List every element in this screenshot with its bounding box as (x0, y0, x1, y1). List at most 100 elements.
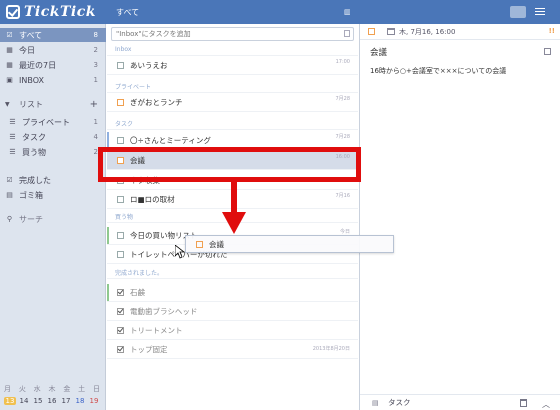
task-meta: 2013年8月20日 (312, 346, 350, 352)
chevron-up-icon[interactable]: ︿ (542, 399, 550, 410)
dragged-task-ghost[interactable]: 会議 (185, 235, 394, 253)
weekday-label: 日 (92, 385, 100, 393)
weekday-label: 月 (4, 385, 11, 393)
page-title: すべて (116, 8, 140, 17)
weekday-label: 金 (63, 385, 71, 393)
completed-task-row[interactable]: 石鹸 (107, 284, 358, 302)
sidebar-item-label: 最近の7日 (19, 60, 57, 70)
sidebar-item-completed[interactable]: ☑ 完成した (0, 173, 106, 187)
lists-section-header[interactable]: ▼ リスト + (0, 97, 106, 111)
task-checkbox[interactable] (117, 137, 124, 144)
group-header-tasks[interactable]: タスク (107, 118, 358, 130)
task-checkbox[interactable] (117, 232, 124, 239)
sidebar-item-inbox[interactable]: ▣ INBOX 1 (0, 73, 106, 87)
group-header-inbox[interactable]: Inbox (107, 44, 358, 56)
task-meta: 7月28 (335, 96, 350, 102)
calendar-days: 13 14 15 16 17 18 19 (4, 397, 100, 405)
task-title: 会議 (209, 239, 224, 249)
sidebar-item-label: プライベート (22, 117, 70, 127)
sidebar-item-today[interactable]: ▦ 今日 2 (0, 43, 106, 57)
calendar-day[interactable]: 13 (4, 397, 16, 405)
delete-icon[interactable] (520, 399, 527, 407)
sidebar-item-count: 8 (93, 31, 98, 39)
detail-list-name[interactable]: タスク (388, 397, 411, 408)
completed-task-row[interactable]: トリートメント (107, 322, 358, 340)
sidebar-item-label: サーチ (19, 214, 43, 224)
today-icon: ▦ (6, 46, 13, 54)
logo-text: TickTick (24, 4, 96, 20)
add-task-input[interactable] (111, 27, 354, 41)
app-logo[interactable]: TickTick (6, 4, 96, 20)
calendar-day[interactable]: 15 (32, 397, 44, 405)
list-icon: ☰ (9, 133, 16, 141)
task-row[interactable]: ぎがおとランチ 7月28 (107, 94, 358, 112)
inbox-icon: ▣ (6, 76, 13, 84)
task-checkbox-checked[interactable] (117, 289, 124, 296)
task-title: 石鹸 (130, 288, 145, 297)
list-icon: ☰ (9, 118, 16, 126)
sidebar-item-private[interactable]: ☰ プライベート 1 (0, 115, 106, 129)
sidebar: ☑ すべて 8 ▦ 今日 2 ▦ 最近の7日 3 ▣ INBOX 1 ▼ リスト… (0, 24, 106, 410)
completed-task-row[interactable]: トップ固定 2013年8月20日 (107, 341, 358, 359)
completed-icon: ☑ (6, 176, 13, 184)
detail-content[interactable]: 16時から○+会議室で×××についての会議 (370, 66, 506, 76)
calendar-day[interactable]: 18 (74, 397, 86, 405)
sidebar-item-count: 2 (93, 46, 98, 54)
group-header-completed[interactable]: 完成されました。 (107, 267, 358, 279)
red-highlight-box (98, 147, 361, 182)
priority-icon[interactable]: !! (549, 27, 555, 35)
stats-icon[interactable]: ▥ (344, 8, 352, 16)
list-color-bar (107, 284, 109, 301)
detail-due-date[interactable]: 木, 7月16, 16:00 (399, 27, 455, 37)
task-row[interactable]: あいうえお 17:00 (107, 57, 358, 75)
task-title: あいうえお (130, 61, 168, 70)
calendar-day[interactable]: 19 (88, 397, 100, 405)
sidebar-item-count: 3 (93, 61, 98, 69)
sidebar-item-trash[interactable]: ▤ ゴミ箱 (0, 188, 106, 202)
task-checkbox[interactable] (117, 99, 124, 106)
all-icon: ☑ (6, 31, 13, 39)
calendar-icon[interactable] (387, 28, 395, 35)
calendar-day[interactable]: 16 (46, 397, 58, 405)
task-checkbox-checked[interactable] (117, 327, 124, 334)
checkmark-logo-icon (6, 5, 20, 19)
task-checkbox-checked[interactable] (117, 346, 124, 353)
task-checkbox-checked[interactable] (117, 308, 124, 315)
detail-footer: ▤ タスク ︿ (360, 394, 560, 410)
sidebar-item-all[interactable]: ☑ すべて 8 (0, 28, 106, 42)
add-list-icon[interactable]: + (90, 99, 98, 110)
task-checkbox[interactable] (117, 251, 124, 258)
weekday-label: 土 (78, 385, 86, 393)
sidebar-item-search[interactable]: ⚲ サーチ (0, 212, 106, 226)
sidebar-item-label: 買う物 (22, 147, 46, 157)
sidebar-item-label: INBOX (19, 75, 44, 85)
task-title: トリートメント (130, 326, 183, 335)
search-icon: ⚲ (6, 215, 13, 223)
task-checkbox[interactable] (117, 196, 124, 203)
calendar-day[interactable]: 17 (60, 397, 72, 405)
arrow-down-icon (222, 180, 246, 234)
avatar[interactable] (510, 6, 526, 18)
sidebar-item-tasks[interactable]: ☰ タスク 4 (0, 130, 106, 144)
lists-header-label: リスト (19, 99, 43, 109)
detail-checkbox[interactable] (368, 28, 375, 35)
weekday-label: 火 (18, 385, 26, 393)
calendar-day[interactable]: 14 (18, 397, 30, 405)
group-header-private[interactable]: プライベート (107, 81, 358, 93)
menu-icon[interactable] (535, 8, 545, 16)
task-meta: 17:00 (335, 59, 350, 65)
completed-task-row[interactable]: 電動歯ブラシヘッド (107, 303, 358, 321)
task-title: 電動歯ブラシヘッド (130, 307, 198, 316)
sidebar-item-week[interactable]: ▦ 最近の7日 3 (0, 58, 106, 72)
task-title: ぎがおとランチ (130, 98, 183, 107)
top-bar: TickTick すべて ▥ (0, 0, 560, 24)
detail-title[interactable]: 会議 (370, 46, 387, 58)
note-icon[interactable] (544, 48, 551, 55)
task-checkbox[interactable] (117, 62, 124, 69)
sidebar-item-count: 4 (93, 133, 98, 141)
date-picker-icon[interactable] (344, 30, 350, 37)
sidebar-item-label: 完成した (19, 175, 51, 185)
sidebar-item-label: ゴミ箱 (19, 190, 43, 200)
sidebar-item-shopping[interactable]: ☰ 買う物 2 (0, 145, 106, 159)
calendar-weekdays: 月 火 水 木 金 土 日 (4, 384, 100, 394)
